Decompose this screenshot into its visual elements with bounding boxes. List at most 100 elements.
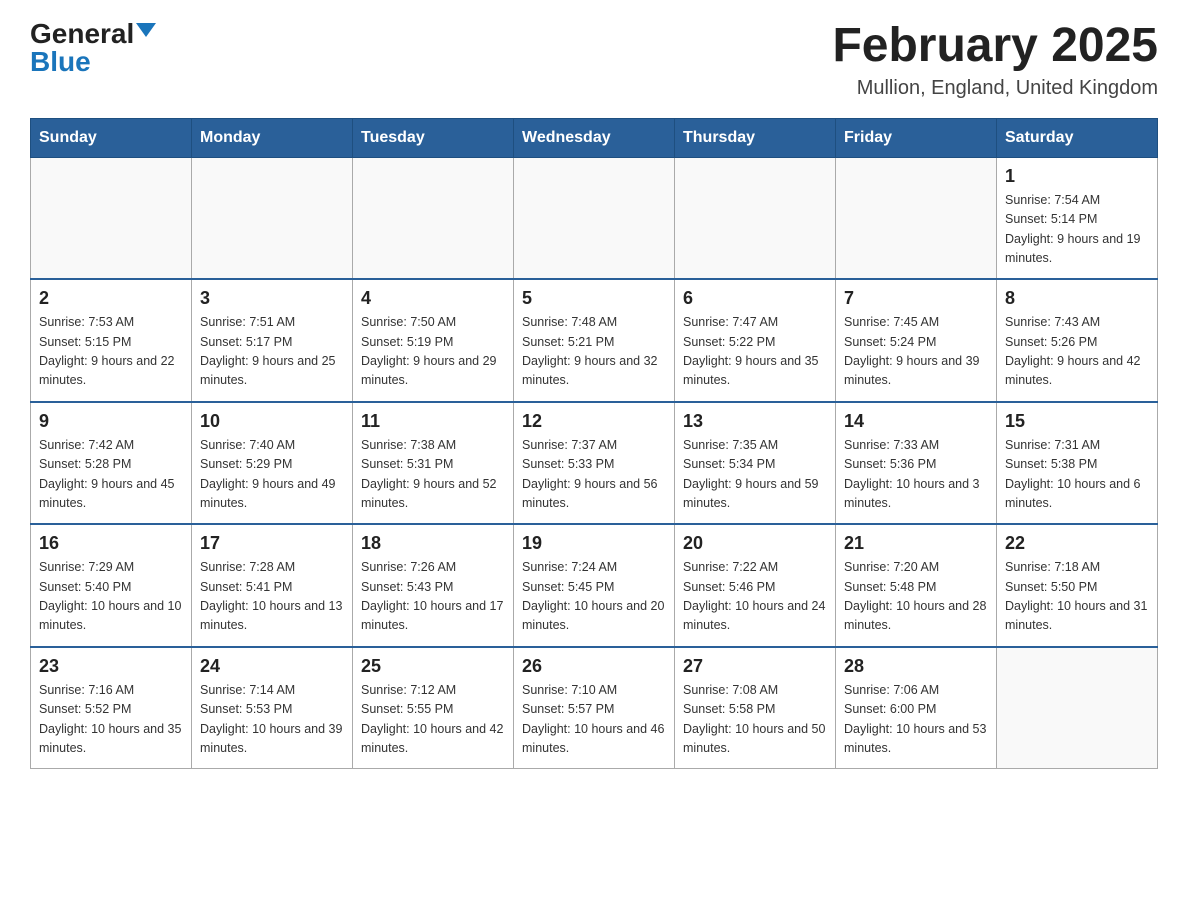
day-info: Sunrise: 7:40 AMSunset: 5:29 PMDaylight:… (200, 436, 344, 514)
day-info: Sunrise: 7:42 AMSunset: 5:28 PMDaylight:… (39, 436, 183, 514)
calendar-day-cell: 24Sunrise: 7:14 AMSunset: 5:53 PMDayligh… (192, 647, 353, 769)
calendar-subtitle: Mullion, England, United Kingdom (832, 77, 1158, 100)
calendar-day-cell: 6 Sunrise: 7:47 AMSunset: 5:22 PMDaylight… (675, 279, 836, 402)
calendar-day-cell: 7Sunrise: 7:45 AMSunset: 5:24 PMDaylight… (836, 279, 997, 402)
day-info: Sunrise: 7:24 AMSunset: 5:45 PMDaylight:… (522, 558, 666, 636)
day-number: 20 (683, 533, 827, 554)
day-number: 10 (200, 411, 344, 432)
day-number: 9 (39, 411, 183, 432)
calendar-day-cell: 17 Sunrise: 7:28 AMSunset: 5:41 PMDayligh… (192, 524, 353, 647)
calendar-day-cell: 27 Sunrise: 7:08 AMSunset: 5:58 PMDayligh… (675, 647, 836, 769)
calendar-day-cell: 13 Sunrise: 7:35 AMSunset: 5:34 PMDayligh… (675, 402, 836, 525)
calendar-day-cell: 4Sunrise: 7:50 AMSunset: 5:19 PMDaylight… (353, 279, 514, 402)
day-info: Sunrise: 7:35 AMSunset: 5:34 PMDaylight:… (683, 436, 827, 514)
day-number: 18 (361, 533, 505, 554)
calendar-day-cell (31, 157, 192, 279)
day-info: Sunrise: 7:26 AMSunset: 5:43 PMDaylight:… (361, 558, 505, 636)
calendar-day-cell: 3 Sunrise: 7:51 AMSunset: 5:17 PMDaylight… (192, 279, 353, 402)
day-info: Sunrise: 7:08 AMSunset: 5:58 PMDaylight:… (683, 681, 827, 759)
day-info: Sunrise: 7:47 AMSunset: 5:22 PMDaylight:… (683, 313, 827, 391)
day-info: Sunrise: 7:50 AMSunset: 5:19 PMDaylight:… (361, 313, 505, 391)
calendar-day-cell: 5 Sunrise: 7:48 AMSunset: 5:21 PMDaylight… (514, 279, 675, 402)
day-number: 19 (522, 533, 666, 554)
calendar-day-cell: 16 Sunrise: 7:29 AMSunset: 5:40 PMDayligh… (31, 524, 192, 647)
calendar-day-cell: 12 Sunrise: 7:37 AMSunset: 5:33 PMDayligh… (514, 402, 675, 525)
calendar-day-cell: 18 Sunrise: 7:26 AMSunset: 5:43 PMDayligh… (353, 524, 514, 647)
calendar-day-cell: 26 Sunrise: 7:10 AMSunset: 5:57 PMDayligh… (514, 647, 675, 769)
calendar-day-cell: 2Sunrise: 7:53 AMSunset: 5:15 PMDaylight… (31, 279, 192, 402)
day-number: 22 (1005, 533, 1149, 554)
day-info: Sunrise: 7:29 AMSunset: 5:40 PMDaylight:… (39, 558, 183, 636)
calendar-day-cell (836, 157, 997, 279)
calendar-day-cell: 11 Sunrise: 7:38 AMSunset: 5:31 PMDayligh… (353, 402, 514, 525)
day-number: 11 (361, 411, 505, 432)
calendar-week-row: 16 Sunrise: 7:29 AMSunset: 5:40 PMDayligh… (31, 524, 1158, 647)
day-info: Sunrise: 7:20 AMSunset: 5:48 PMDaylight:… (844, 558, 988, 636)
calendar-day-cell: 15 Sunrise: 7:31 AMSunset: 5:38 PMDayligh… (997, 402, 1158, 525)
logo-blue: Blue (30, 48, 91, 76)
day-number: 13 (683, 411, 827, 432)
day-number: 28 (844, 656, 988, 677)
day-number: 12 (522, 411, 666, 432)
day-info: Sunrise: 7:48 AMSunset: 5:21 PMDaylight:… (522, 313, 666, 391)
calendar-week-row: 9 Sunrise: 7:42 AMSunset: 5:28 PMDaylight… (31, 402, 1158, 525)
calendar-day-cell: 14Sunrise: 7:33 AMSunset: 5:36 PMDayligh… (836, 402, 997, 525)
calendar-day-cell: 1 Sunrise: 7:54 AMSunset: 5:14 PMDaylight… (997, 157, 1158, 279)
day-info: Sunrise: 7:54 AMSunset: 5:14 PMDaylight:… (1005, 191, 1149, 269)
day-info: Sunrise: 7:31 AMSunset: 5:38 PMDaylight:… (1005, 436, 1149, 514)
day-number: 5 (522, 288, 666, 309)
day-info: Sunrise: 7:37 AMSunset: 5:33 PMDaylight:… (522, 436, 666, 514)
header-saturday: Saturday (997, 118, 1158, 157)
day-number: 14 (844, 411, 988, 432)
calendar-week-row: 23 Sunrise: 7:16 AMSunset: 5:52 PMDayligh… (31, 647, 1158, 769)
calendar-day-cell: 25Sunrise: 7:12 AMSunset: 5:55 PMDayligh… (353, 647, 514, 769)
calendar-day-cell: 28 Sunrise: 7:06 AMSunset: 6:00 PMDayligh… (836, 647, 997, 769)
day-info: Sunrise: 7:14 AMSunset: 5:53 PMDaylight:… (200, 681, 344, 759)
calendar-title: February 2025 (832, 20, 1158, 73)
calendar-day-cell (514, 157, 675, 279)
header-wednesday: Wednesday (514, 118, 675, 157)
day-number: 8 (1005, 288, 1149, 309)
header-friday: Friday (836, 118, 997, 157)
title-section: February 2025 Mullion, England, United K… (832, 20, 1158, 100)
calendar-day-cell (353, 157, 514, 279)
logo-general: General (30, 20, 134, 48)
calendar-day-cell: 21 Sunrise: 7:20 AMSunset: 5:48 PMDayligh… (836, 524, 997, 647)
day-info: Sunrise: 7:16 AMSunset: 5:52 PMDaylight:… (39, 681, 183, 759)
calendar-day-cell (192, 157, 353, 279)
day-number: 25 (361, 656, 505, 677)
day-number: 21 (844, 533, 988, 554)
day-info: Sunrise: 7:28 AMSunset: 5:41 PMDaylight:… (200, 558, 344, 636)
calendar-week-row: 1 Sunrise: 7:54 AMSunset: 5:14 PMDaylight… (31, 157, 1158, 279)
logo-arrow-icon (136, 23, 156, 37)
day-info: Sunrise: 7:51 AMSunset: 5:17 PMDaylight:… (200, 313, 344, 391)
day-info: Sunrise: 7:43 AMSunset: 5:26 PMDaylight:… (1005, 313, 1149, 391)
day-info: Sunrise: 7:18 AMSunset: 5:50 PMDaylight:… (1005, 558, 1149, 636)
page-header: General Blue February 2025 Mullion, Engl… (30, 20, 1158, 100)
day-number: 15 (1005, 411, 1149, 432)
day-number: 17 (200, 533, 344, 554)
calendar-week-row: 2Sunrise: 7:53 AMSunset: 5:15 PMDaylight… (31, 279, 1158, 402)
header-thursday: Thursday (675, 118, 836, 157)
day-number: 3 (200, 288, 344, 309)
calendar-day-cell: 20 Sunrise: 7:22 AMSunset: 5:46 PMDayligh… (675, 524, 836, 647)
day-number: 16 (39, 533, 183, 554)
calendar-day-cell (997, 647, 1158, 769)
day-number: 23 (39, 656, 183, 677)
calendar-day-cell: 19 Sunrise: 7:24 AMSunset: 5:45 PMDayligh… (514, 524, 675, 647)
day-number: 7 (844, 288, 988, 309)
day-number: 6 (683, 288, 827, 309)
day-info: Sunrise: 7:10 AMSunset: 5:57 PMDaylight:… (522, 681, 666, 759)
header-tuesday: Tuesday (353, 118, 514, 157)
logo: General Blue (30, 20, 156, 76)
day-number: 2 (39, 288, 183, 309)
day-info: Sunrise: 7:38 AMSunset: 5:31 PMDaylight:… (361, 436, 505, 514)
calendar-day-cell: 23 Sunrise: 7:16 AMSunset: 5:52 PMDayligh… (31, 647, 192, 769)
day-number: 27 (683, 656, 827, 677)
day-info: Sunrise: 7:22 AMSunset: 5:46 PMDaylight:… (683, 558, 827, 636)
calendar-table: Sunday Monday Tuesday Wednesday Thursday… (30, 118, 1158, 770)
day-info: Sunrise: 7:06 AMSunset: 6:00 PMDaylight:… (844, 681, 988, 759)
header-monday: Monday (192, 118, 353, 157)
day-number: 26 (522, 656, 666, 677)
day-number: 1 (1005, 166, 1149, 187)
